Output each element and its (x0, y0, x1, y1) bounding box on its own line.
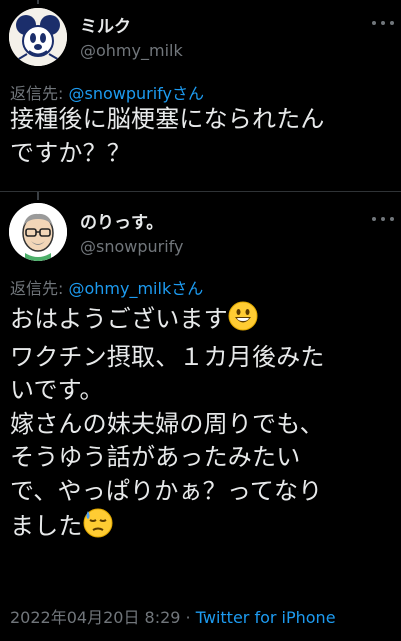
reply-suffix[interactable]: さん (171, 279, 203, 298)
tweet-date[interactable]: 2022年04月20日 8:29 (10, 608, 180, 627)
tweet-reply-milk[interactable]: ミルク @ohmy_milk 返信先: @snowpurifyさん 接種後に脳梗… (0, 0, 401, 190)
reply-suffix[interactable]: さん (172, 84, 204, 103)
downcast-sweat-face-emoji-icon (83, 508, 113, 548)
reply-prefix: 返信先: (10, 84, 69, 103)
reply-to-line: 返信先: @ohmy_milkさん (10, 275, 203, 299)
reply-prefix: 返信先: (10, 279, 69, 298)
tweet-text-line1: おはようございます (10, 305, 228, 333)
more-options-icon[interactable] (372, 210, 394, 228)
display-name[interactable]: のりっす。 (80, 208, 163, 233)
user-handle[interactable]: @snowpurify (80, 237, 184, 256)
reply-mention-link[interactable]: @ohmy_milk (68, 279, 171, 298)
tweet-text: おはようございます ワクチン摂取、１カ月後みた いです。 嫁さんの妹夫婦の周りで… (10, 301, 395, 548)
display-name[interactable]: ミルク (80, 12, 131, 37)
more-options-icon[interactable] (372, 14, 394, 32)
mickey-mouse-sketch-avatar-icon (9, 8, 67, 66)
avatar[interactable] (9, 203, 67, 261)
user-handle[interactable]: @ohmy_milk (80, 41, 183, 60)
reply-mention-link[interactable]: @snowpurify (68, 84, 172, 103)
tweet-source-link[interactable]: Twitter for iPhone (196, 608, 336, 627)
reply-to-line: 返信先: @snowpurifyさん (10, 80, 204, 104)
divider (0, 191, 401, 192)
tweet-meta: 2022年04月20日 8:29 · Twitter for iPhone (10, 604, 336, 628)
tweet-reply-noriss[interactable]: のりっす。 @snowpurify 返信先: @ohmy_milkさん おはよう… (0, 195, 401, 641)
avatar[interactable] (9, 8, 67, 66)
grinning-face-emoji-icon (228, 301, 258, 341)
tweet-text-body: ワクチン摂取、１カ月後みた いです。 嫁さんの妹夫婦の周りでも、 そうゆう話があ… (10, 342, 325, 541)
cartoon-man-glasses-avatar-icon (9, 203, 67, 261)
meta-separator: · (180, 608, 196, 627)
tweet-text: 接種後に脳梗塞になられたん ですか？？ (10, 105, 325, 167)
